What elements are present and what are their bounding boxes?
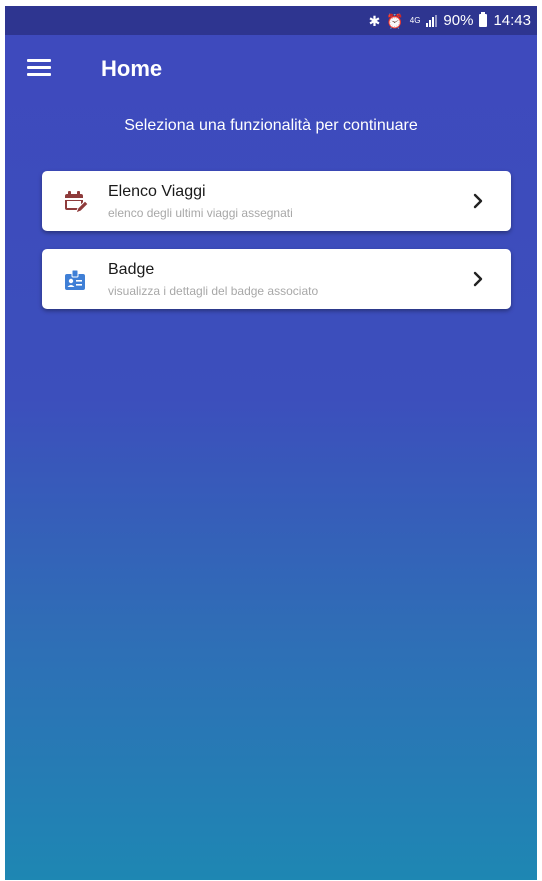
alarm-icon: ⏰ [386,12,404,29]
calendar-edit-icon [65,191,88,214]
card-title: Elenco Viaggi [108,183,206,200]
chevron-right-icon [473,193,483,209]
network-type: 4G [409,15,421,25]
status-time: 14:43 [493,12,531,29]
instruction-text: Seleziona una funzionalità per continuar… [124,117,418,134]
card-description: visualizza i dettagli del badge associat… [108,284,319,298]
menu-card-badge[interactable]: Badge visualizza i dettagli del badge as… [42,249,511,309]
signal-icon [426,14,438,27]
bluetooth-icon: ✱ [368,12,381,29]
menu-card-elenco-viaggi[interactable]: Elenco Viaggi elenco degli ultimi viaggi… [42,171,511,231]
app-bar: Home [5,35,537,105]
app-screen: ✱ ⏰ 4G 90% 14:43 Home Seleziona una funz… [5,6,537,880]
chevron-right-icon [473,271,483,287]
status-bar: ✱ ⏰ 4G 90% 14:43 [5,6,537,35]
battery-percentage: 90% [443,12,474,29]
card-description: elenco degli ultimi viaggi assegnati [108,206,293,220]
page-title: Home [101,56,163,81]
card-title: Badge [108,261,155,278]
badge-icon [65,269,85,290]
hamburger-menu-icon[interactable] [27,59,53,79]
battery-icon [479,12,488,27]
